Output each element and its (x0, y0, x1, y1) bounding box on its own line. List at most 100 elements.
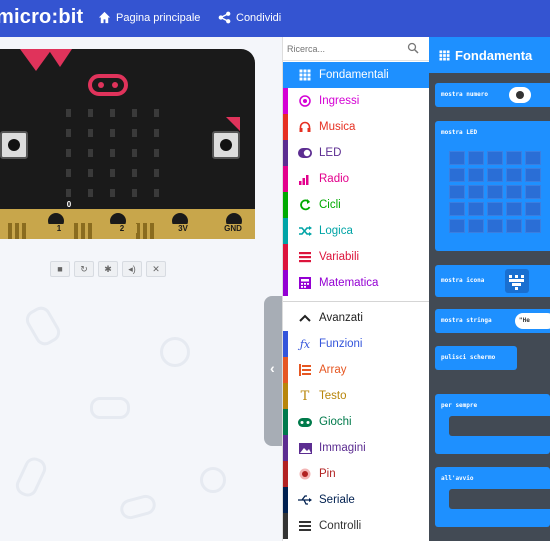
number-input-slot[interactable] (509, 87, 531, 103)
controls-icon (298, 519, 312, 533)
category-variabili[interactable]: Variabili (283, 244, 429, 270)
usb-icon (298, 493, 312, 507)
category-fondamentali[interactable]: Fondamentali (283, 62, 429, 88)
string-input-slot[interactable]: "He (515, 313, 550, 329)
category-matematica[interactable]: Matematica (283, 270, 429, 296)
stop-icon[interactable]: ■ (50, 261, 70, 277)
block-all-avvio[interactable]: all'avvio (435, 467, 550, 527)
icon-dropdown[interactable] (505, 269, 529, 293)
background-decoration (22, 303, 64, 349)
target-icon (298, 94, 312, 108)
block-slot (449, 489, 550, 509)
background-decoration (200, 467, 226, 493)
fullscreen-icon[interactable]: ✕ (146, 261, 166, 277)
category-pin[interactable]: Pin (283, 461, 429, 487)
board-corner-decoration (226, 117, 240, 131)
button-a[interactable] (0, 131, 28, 159)
headphones-icon (298, 120, 312, 134)
pin-dot-icon (298, 467, 312, 481)
category-label: Fondamentali (319, 69, 389, 81)
chevron-left-icon: ‹ (270, 360, 275, 376)
category-radio[interactable]: Radio (283, 166, 429, 192)
block-mostra-led[interactable]: mostra LED (435, 121, 550, 251)
block-slot (449, 416, 550, 436)
simulator-toolbar: ■ ↻ ✱ ◂) ✕ (50, 261, 166, 277)
block-per-sempre[interactable]: per sempre (435, 394, 550, 454)
grid-icon (439, 49, 450, 61)
category-controlli[interactable]: Controlli (283, 513, 429, 539)
button-b[interactable] (212, 131, 240, 159)
microbit-logo (88, 74, 128, 96)
category-logica[interactable]: Logica (283, 218, 429, 244)
category-ingressi[interactable]: Ingressi (283, 88, 429, 114)
category-label: Controlli (319, 520, 362, 532)
block-label: all'avvio (441, 475, 474, 482)
category-funzioni[interactable]: ƒx Funzioni (283, 331, 429, 357)
flyout-header: Fondamenta (429, 37, 550, 73)
category-label: Pin (319, 468, 336, 480)
background-decoration (12, 454, 50, 500)
block-label: mostra numero (441, 91, 488, 98)
background-decoration (160, 337, 190, 367)
array-lines-icon (298, 363, 312, 377)
block-label: per sempre (441, 402, 478, 409)
flyout-title: Fondamenta (455, 47, 533, 63)
string-value: "He (519, 317, 530, 324)
calculator-icon (298, 276, 312, 290)
category-label: Giochi (319, 416, 352, 428)
block-label: pulisci schermo (441, 354, 496, 361)
category-testo[interactable]: T Testo (283, 383, 429, 409)
pin-label: 2 (107, 224, 137, 233)
category-label: Avanzati (319, 312, 363, 324)
category-label: Array (319, 364, 347, 376)
category-label: Seriale (319, 494, 355, 506)
block-mostra-icona[interactable]: mostra icona (435, 265, 550, 297)
pin-label: 0 (66, 200, 72, 209)
home-link[interactable]: Pagina principale (98, 11, 200, 24)
category-label: Variabili (319, 251, 360, 263)
dot-icon (516, 91, 524, 99)
category-avanzati[interactable]: Avanzati (283, 305, 429, 331)
category-label: Musica (319, 121, 356, 133)
heart-grid-icon (509, 275, 524, 290)
grid-icon (298, 68, 312, 82)
share-icon (218, 11, 231, 24)
toolbox: Fondamentali Ingressi Musica LED Radio C… (282, 37, 429, 541)
category-label: Cicli (319, 199, 341, 211)
restart-icon[interactable]: ↻ (74, 261, 94, 277)
category-label: Ingressi (319, 95, 360, 107)
category-immagini[interactable]: Immagini (283, 435, 429, 461)
category-label: LED (319, 147, 342, 159)
image-icon (298, 441, 312, 455)
block-mostra-stringa[interactable]: mostra stringa "He (435, 309, 550, 333)
category-array[interactable]: Array (283, 357, 429, 383)
background-decoration (90, 397, 130, 419)
chevron-up-icon (298, 311, 312, 325)
search-input[interactable] (287, 40, 407, 58)
category-led[interactable]: LED (283, 140, 429, 166)
loop-arrow-icon (298, 198, 312, 212)
microbit-board[interactable]: 0 1 2 3V GND (0, 49, 255, 239)
category-cicli[interactable]: Cicli (283, 192, 429, 218)
pin-label: 1 (44, 224, 74, 233)
category-giochi[interactable]: Giochi (283, 409, 429, 435)
category-label: Testo (319, 390, 347, 402)
toolbox-divider (283, 301, 429, 302)
category-musica[interactable]: Musica (283, 114, 429, 140)
category-label: Immagini (319, 442, 366, 454)
block-pulisci-schermo[interactable]: pulisci schermo (435, 346, 517, 370)
brand-logo[interactable]: micro:bit (0, 6, 83, 29)
block-label: mostra icona (441, 277, 485, 284)
mute-icon[interactable]: ◂) (122, 261, 142, 277)
shuffle-icon (298, 224, 312, 238)
home-icon (98, 11, 111, 24)
slow-motion-icon[interactable]: ✱ (98, 261, 118, 277)
background-decoration (118, 492, 158, 522)
search-icon[interactable] (407, 42, 419, 54)
block-label: mostra stringa (441, 317, 492, 324)
block-label: mostra LED (441, 129, 478, 136)
simulator-panel: 0 1 2 3V GND ■ ↻ ✱ ◂) ✕ (0, 37, 282, 541)
block-mostra-numero[interactable]: mostra numero (435, 83, 550, 107)
category-seriale[interactable]: Seriale (283, 487, 429, 513)
share-link[interactable]: Condividi (218, 11, 281, 24)
